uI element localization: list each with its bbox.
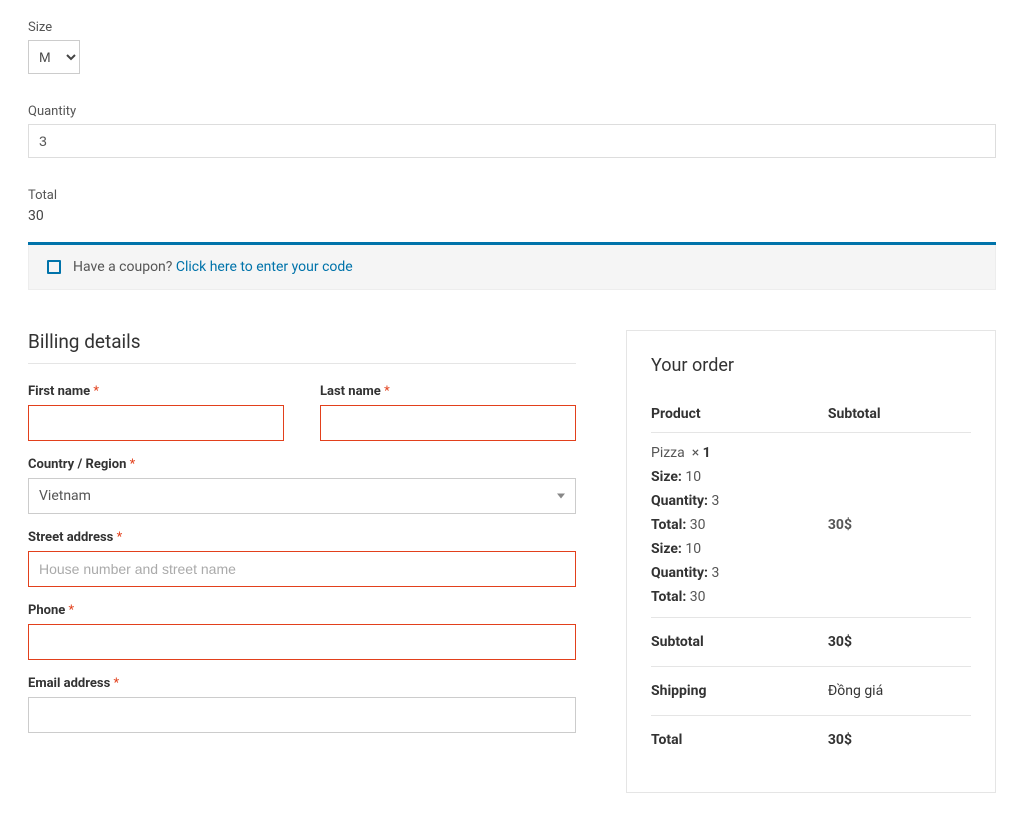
country-label: Country / Region * <box>28 457 576 472</box>
order-total-row: Total 30$ <box>651 716 971 765</box>
street-input[interactable] <box>28 551 576 587</box>
order-shipping-row: Shipping Đồng giá <box>651 667 971 716</box>
coupon-icon <box>47 260 61 274</box>
size-select[interactable]: M <box>28 40 80 74</box>
country-select[interactable]: Vietnam <box>28 478 576 514</box>
email-input[interactable] <box>28 697 576 733</box>
order-line-item: Pizza × 1 <box>651 433 971 466</box>
billing-divider <box>28 363 576 364</box>
coupon-bar: Have a coupon? Click here to enter your … <box>28 245 996 290</box>
th-subtotal: Subtotal <box>828 396 971 433</box>
order-table: Product Subtotal Pizza × 1 Size: 10 Quan… <box>651 396 971 764</box>
email-label: Email address * <box>28 676 576 691</box>
order-title: Your order <box>651 355 971 376</box>
total-label: Total <box>28 188 996 203</box>
chevron-down-icon <box>557 494 565 499</box>
size-label: Size <box>28 20 996 35</box>
coupon-link[interactable]: Click here to enter your code <box>176 259 353 275</box>
billing-title: Billing details <box>28 330 576 353</box>
th-product: Product <box>651 396 828 433</box>
last-name-input[interactable] <box>320 405 576 441</box>
quantity-label: Quantity <box>28 104 996 119</box>
phone-label: Phone * <box>28 603 576 618</box>
total-value: 30 <box>28 208 996 224</box>
order-summary-panel: Your order Product Subtotal Pizza × 1 Si <box>626 330 996 793</box>
phone-input[interactable] <box>28 624 576 660</box>
first-name-input[interactable] <box>28 405 284 441</box>
country-value: Vietnam <box>39 488 91 504</box>
quantity-input[interactable] <box>28 124 996 158</box>
order-subtotal-row: Subtotal 30$ <box>651 618 971 667</box>
first-name-label: First name * <box>28 384 284 399</box>
last-name-label: Last name * <box>320 384 576 399</box>
coupon-prompt: Have a coupon? <box>73 259 172 275</box>
street-label: Street address * <box>28 530 576 545</box>
